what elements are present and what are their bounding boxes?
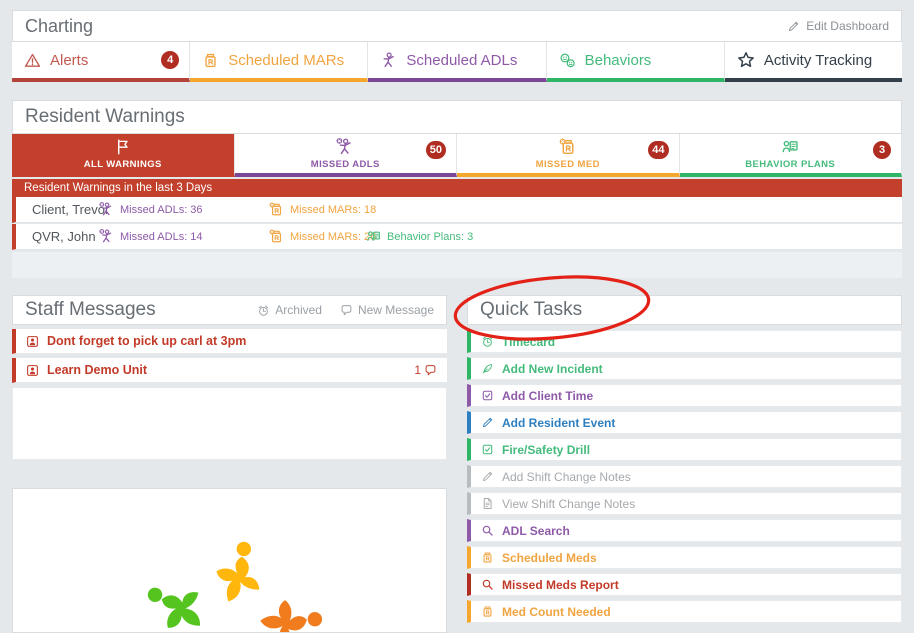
message-row[interactable]: Dont forget to pick up carl at 3pm	[12, 329, 447, 354]
rx-missed-icon	[269, 202, 284, 217]
search-icon	[481, 524, 494, 537]
edit-dashboard-button[interactable]: Edit Dashboard	[787, 19, 889, 33]
quick-task-fire-safety-drill[interactable]: Fire/Safety Drill	[467, 438, 902, 461]
missed-adls-stat: Missed ADLs: 36	[99, 202, 203, 217]
tab-label: ALL WARNINGS	[84, 159, 162, 170]
quick-task-add-new-incident[interactable]: Add New Incident	[467, 357, 902, 380]
person-active-icon	[380, 52, 397, 69]
resident-row[interactable]: Client, Trevor Missed ADLs: 36 Missed MA…	[12, 197, 902, 223]
tab-alerts[interactable]: Alerts 4	[12, 42, 190, 82]
logo-panel	[12, 488, 447, 633]
quick-task-add-shift-change-notes[interactable]: Add Shift Change Notes	[467, 465, 902, 488]
quick-task-adl-search[interactable]: ADL Search	[467, 519, 902, 542]
rx-bottle-icon	[202, 52, 219, 69]
charting-dashboard: Charting Edit Dashboard Alerts 4 Schedul…	[0, 0, 914, 633]
warning-icon	[24, 52, 41, 69]
warnings-tab-bar: ALL WARNINGS MISSED ADLS 50 MISSED MED 4…	[12, 134, 902, 177]
check-square-icon	[481, 443, 494, 456]
tab-behavior-plans[interactable]: BEHAVIOR PLANS 3	[680, 134, 903, 177]
new-message-button[interactable]: New Message	[340, 303, 434, 317]
rx-bottle-icon	[481, 605, 494, 618]
feather-icon	[481, 362, 494, 375]
message-text: Learn Demo Unit	[47, 363, 147, 377]
charting-header: Charting Edit Dashboard	[12, 10, 902, 42]
tab-behaviors[interactable]: Behaviors	[547, 42, 725, 82]
section-title: Quick Tasks	[480, 299, 582, 321]
tab-label: Scheduled ADLs	[406, 52, 517, 69]
archived-button[interactable]: Archived	[257, 303, 322, 317]
quick-tasks-header: Quick Tasks	[467, 295, 902, 325]
bubble-icon	[424, 364, 437, 377]
tab-missed-med[interactable]: MISSED MED 44	[457, 134, 680, 177]
tab-activity-tracking[interactable]: Activity Tracking	[725, 42, 902, 82]
tab-label: Behaviors	[585, 52, 652, 69]
rx-missed-icon	[559, 138, 577, 156]
smileys-icon	[559, 52, 576, 69]
person-missed-icon	[336, 138, 354, 156]
quick-task-timecard[interactable]: Timecard	[467, 330, 902, 353]
tab-scheduled-adls[interactable]: Scheduled ADLs	[368, 42, 546, 82]
bubble-icon	[340, 304, 353, 317]
rx-bottle-icon	[481, 551, 494, 564]
tab-scheduled-mars[interactable]: Scheduled MARs	[190, 42, 368, 82]
resident-row[interactable]: QVR, John Missed ADLs: 14 Missed MARs: 2…	[12, 224, 902, 250]
pencil-icon	[481, 470, 494, 483]
quick-task-scheduled-meds[interactable]: Scheduled Meds	[467, 546, 902, 569]
star-icon	[737, 51, 755, 69]
quick-task-add-resident-event[interactable]: Add Resident Event	[467, 411, 902, 434]
tab-label: MISSED MED	[536, 159, 600, 170]
quick-task-med-count-needed[interactable]: Med Count Needed	[467, 600, 902, 623]
missed-mars-stat: Missed MARs: 26	[269, 229, 376, 244]
staff-messages-header: Staff Messages Archived New Message	[12, 295, 447, 325]
missed-adls-stat: Missed ADLs: 14	[99, 229, 203, 244]
warnings-banner: Resident Warnings in the last 3 Days	[12, 179, 902, 197]
tab-label: Scheduled MARs	[228, 52, 344, 69]
person-doc-icon	[366, 229, 381, 244]
section-title: Resident Warnings	[25, 106, 185, 128]
message-text: Dont forget to pick up carl at 3pm	[47, 334, 246, 348]
missed-med-count-badge: 44	[648, 141, 668, 159]
tab-all-warnings[interactable]: ALL WARNINGS	[12, 134, 235, 177]
edit-dashboard-label: Edit Dashboard	[806, 19, 889, 33]
resident-name: QVR, John	[16, 229, 96, 244]
clock-icon	[257, 304, 270, 317]
pencil-icon	[481, 416, 494, 429]
behavior-plans-count-badge: 3	[873, 141, 891, 159]
quick-task-view-shift-change-notes[interactable]: View Shift Change Notes	[467, 492, 902, 515]
alerts-count-badge: 4	[161, 51, 179, 69]
missed-adls-count-badge: 50	[426, 141, 446, 159]
document-icon	[481, 497, 494, 510]
check-square-icon	[481, 389, 494, 402]
message-row[interactable]: Learn Demo Unit 1	[12, 358, 447, 383]
flag-icon	[114, 138, 132, 156]
tab-label: Activity Tracking	[764, 52, 872, 69]
person-square-icon	[26, 335, 39, 348]
warnings-empty-area	[12, 252, 902, 278]
person-missed-icon	[99, 229, 114, 244]
messages-empty-area	[12, 387, 447, 460]
person-square-icon	[26, 364, 39, 377]
tab-label: Alerts	[50, 52, 88, 69]
section-title: Staff Messages	[25, 299, 156, 321]
search-icon	[481, 578, 494, 591]
quick-task-missed-meds-report[interactable]: Missed Meds Report	[467, 573, 902, 596]
page-title: Charting	[25, 16, 93, 37]
pencil-icon	[787, 20, 800, 33]
clock-icon	[481, 335, 494, 348]
main-tab-bar: Alerts 4 Scheduled MARs Scheduled ADLs B…	[12, 42, 902, 82]
tab-missed-adls[interactable]: MISSED ADLS 50	[235, 134, 458, 177]
person-missed-icon	[99, 202, 114, 217]
people-star-logo	[91, 497, 371, 633]
tab-label: BEHAVIOR PLANS	[745, 159, 835, 170]
rx-missed-icon	[269, 229, 284, 244]
resident-name: Client, Trevor	[16, 202, 109, 217]
quick-task-add-client-time[interactable]: Add Client Time	[467, 384, 902, 407]
reply-count: 1	[414, 363, 437, 377]
tab-label: MISSED ADLS	[311, 159, 380, 170]
missed-mars-stat: Missed MARs: 18	[269, 202, 376, 217]
behavior-plans-stat: Behavior Plans: 3	[366, 229, 473, 244]
person-doc-icon	[781, 138, 799, 156]
resident-warnings-header: Resident Warnings	[12, 100, 902, 134]
